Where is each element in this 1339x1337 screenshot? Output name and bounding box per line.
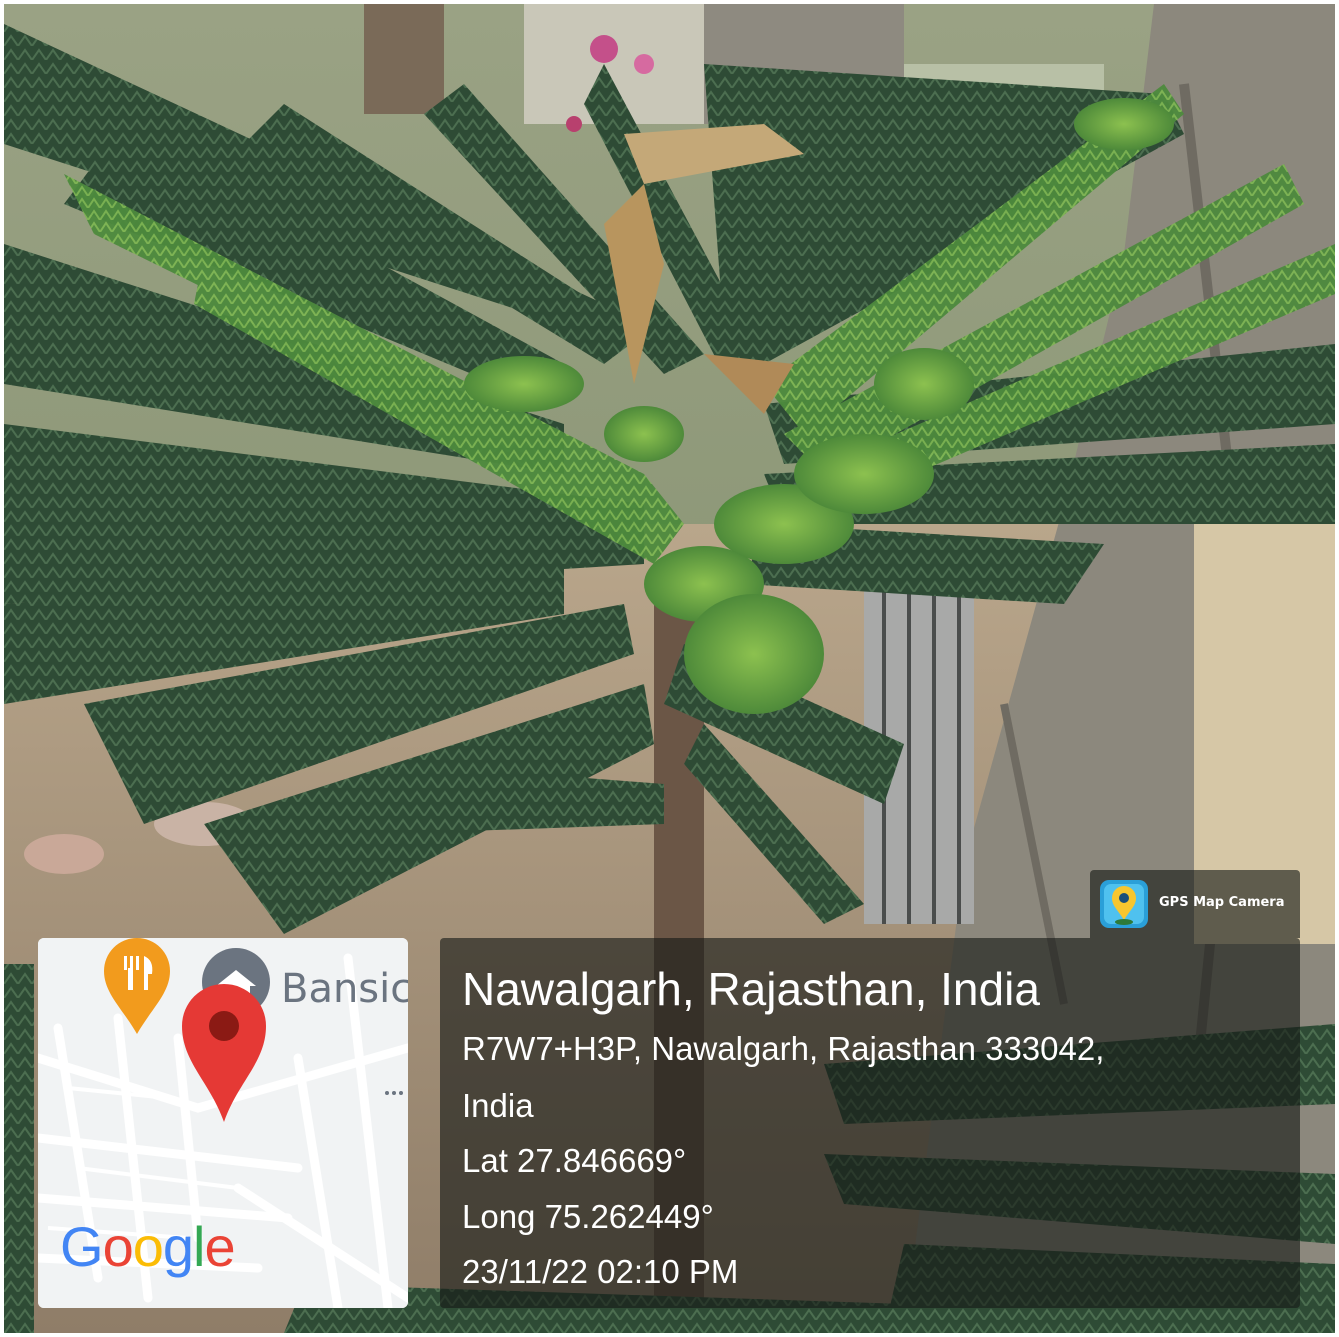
google-logo-letter: G — [60, 1215, 104, 1278]
google-logo: Google — [60, 1214, 236, 1279]
google-logo-letter: l — [193, 1215, 205, 1278]
google-logo-letter: o — [132, 1215, 164, 1278]
latitude-text: Lat 27.846669° — [462, 1142, 687, 1179]
location-title: Nawalgarh, Rajasthan, India — [462, 963, 1040, 1015]
location-info-panel: Nawalgarh, Rajasthan, India R7W7+H3P, Na… — [440, 938, 1300, 1308]
address-line-1: R7W7+H3P, Nawalgarh, Rajasthan 333042, — [462, 1030, 1105, 1067]
map-place-label: Bansic — [281, 966, 408, 1012]
app-name: GPS Map Camera — [1159, 895, 1285, 910]
more-dots-icon — [385, 1091, 403, 1095]
address-line-2: India — [462, 1087, 534, 1124]
location-pin-icon — [182, 984, 266, 1122]
google-logo-letter: g — [162, 1215, 194, 1278]
gps-camera-app-icon — [1100, 880, 1148, 928]
app-badge: GPS Map Camera — [1090, 870, 1300, 938]
datetime-text: 23/11/22 02:10 PM — [462, 1253, 739, 1290]
google-logo-letter: o — [102, 1215, 134, 1278]
google-logo-letter: e — [204, 1215, 235, 1278]
restaurant-icon — [104, 938, 170, 1034]
longitude-text: Long 75.262449° — [462, 1198, 714, 1235]
map-thumbnail: Bansic Google — [38, 938, 408, 1308]
